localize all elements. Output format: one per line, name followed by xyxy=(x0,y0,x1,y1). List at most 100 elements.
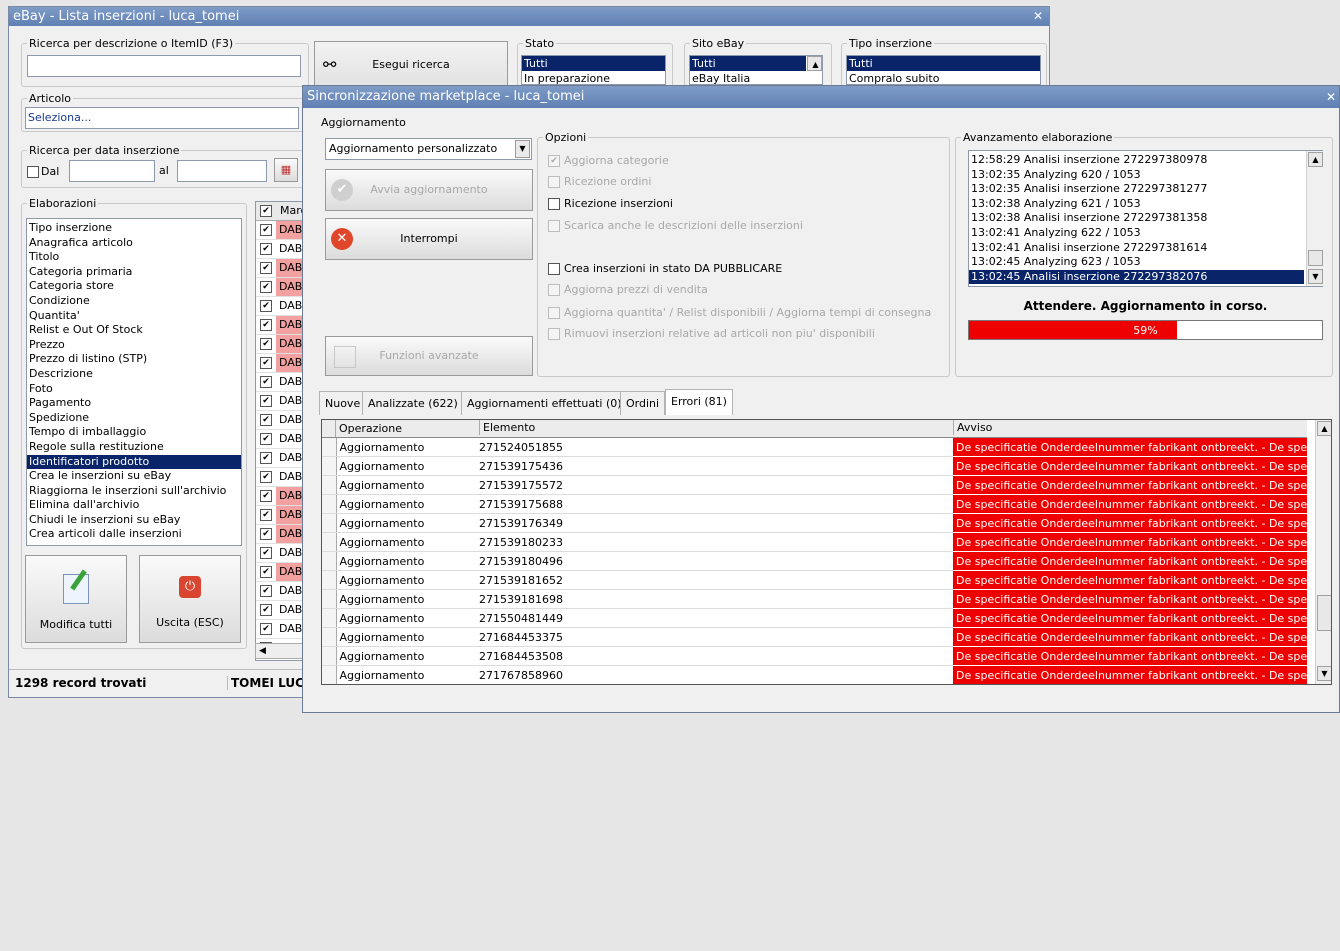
tab-ordini[interactable]: Ordini xyxy=(620,391,666,415)
elaborazioni-list[interactable]: Tipo inserzione Anagrafica articolo Titolo… xyxy=(26,218,242,546)
table-row[interactable]: Aggiornamento 271539175436 De specificatie… xyxy=(322,456,1307,476)
option-checkbox[interactable] xyxy=(548,220,560,232)
elaborazione-item[interactable]: Condizione xyxy=(27,294,241,309)
elaborazione-item[interactable]: Prezzo di listino (STP) xyxy=(27,352,241,367)
scroll-down-icon[interactable]: ▼ xyxy=(1317,666,1331,681)
stato-option[interactable]: Tutti xyxy=(522,56,665,71)
row-checkbox[interactable]: ✔ xyxy=(260,281,272,293)
option-checkbox[interactable] xyxy=(548,176,560,188)
option-checkbox[interactable] xyxy=(548,284,560,296)
row-checkbox[interactable]: ✔ xyxy=(260,338,272,350)
row-checkbox[interactable]: ✔ xyxy=(260,490,272,502)
table-row[interactable]: Aggiornamento 271539176349 De specificatie… xyxy=(322,513,1307,533)
row-checkbox[interactable]: ✔ xyxy=(260,452,272,464)
articolo-field[interactable]: Seleziona... xyxy=(25,107,299,129)
elaborazione-item[interactable]: Relist e Out Of Stock xyxy=(27,323,241,338)
main-window-close-icon[interactable]: ✕ xyxy=(1033,7,1043,26)
chevron-down-icon[interactable]: ▼ xyxy=(515,140,530,158)
table-row[interactable]: Aggiornamento271926723085De specificatie… xyxy=(322,685,1307,686)
tab-analizzate[interactable]: Analizzate (622) xyxy=(362,391,464,415)
row-checkbox[interactable]: ✔ xyxy=(260,414,272,426)
log-entry[interactable]: 13:02:41 Analisi inserzione 272297381614 xyxy=(969,241,1304,256)
elaborazione-item[interactable]: Categoria store xyxy=(27,279,241,294)
elaborazione-item[interactable]: Tipo inserzione xyxy=(27,221,241,236)
table-row[interactable]: Aggiornamento 271767858960 De specificatie… xyxy=(322,665,1307,684)
scroll-up-icon[interactable]: ▲ xyxy=(1317,421,1331,436)
log-entry[interactable]: 13:02:35 Analyzing 620 / 1053 xyxy=(969,168,1304,183)
row-checkbox[interactable]: ✔ xyxy=(260,509,272,521)
elaborazione-item[interactable]: Foto xyxy=(27,382,241,397)
date-from-input[interactable] xyxy=(69,160,155,182)
row-checkbox[interactable]: ✔ xyxy=(260,585,272,597)
elaborazione-item[interactable]: Anagrafica articolo xyxy=(27,236,241,251)
tab-aggiornamenti[interactable]: Aggiornamenti effettuati (0) xyxy=(461,391,628,415)
uscita-button[interactable]: ⏻ Uscita (ESC) xyxy=(139,555,241,643)
tipo-option[interactable]: Compralo subito xyxy=(847,71,1040,84)
log-entry[interactable]: 13:02:41 Analyzing 622 / 1053 xyxy=(969,226,1304,241)
table-row[interactable]: Aggiornamento 271550481449 De specificatie… xyxy=(322,608,1307,628)
log-entry[interactable]: 13:02:35 Analisi inserzione 272297381277 xyxy=(969,182,1304,197)
stato-list[interactable]: Tutti In preparazione xyxy=(521,55,666,85)
elaborazione-item[interactable]: Tempo di imballaggio xyxy=(27,425,241,440)
sync-window-close-icon[interactable]: ✕ xyxy=(1326,86,1336,108)
table-scrollbar[interactable]: ▲ ▼ xyxy=(1315,420,1331,684)
row-checkbox[interactable]: ✔ xyxy=(260,566,272,578)
scroll-thumb[interactable] xyxy=(1308,250,1323,266)
sito-option[interactable]: Tutti xyxy=(690,56,806,71)
search-button[interactable]: ⚯ Esegui ricerca xyxy=(314,41,508,89)
elaborazione-item[interactable]: Riaggiorna le inserzioni sull'archivio xyxy=(27,484,241,499)
tipo-option[interactable]: Tutti xyxy=(847,56,1040,71)
option-checkbox[interactable] xyxy=(548,263,560,275)
log-entry[interactable]: 12:58:29 Analisi inserzione 272297380978 xyxy=(969,153,1304,168)
row-checkbox[interactable]: ✔ xyxy=(260,623,272,635)
log-entry[interactable]: 13:02:38 Analyzing 621 / 1053 xyxy=(969,197,1304,212)
table-row[interactable]: Aggiornamento 271539175572 De specificatie… xyxy=(322,475,1307,495)
option-checkbox[interactable] xyxy=(548,307,560,319)
table-row[interactable]: Aggiornamento 271539181652 De specificatie… xyxy=(322,570,1307,590)
modifica-tutti-button[interactable]: Modifica tutti xyxy=(25,555,127,643)
option-checkbox[interactable] xyxy=(548,328,560,340)
log-entry[interactable]: 13:02:38 Analisi inserzione 272297381358 xyxy=(969,211,1304,226)
scroll-down-icon[interactable]: ▼ xyxy=(1308,269,1323,284)
log-entry[interactable]: 13:02:45 Analisi inserzione 272297382076 xyxy=(969,269,1304,285)
header-operazione[interactable]: Operazione xyxy=(339,422,402,435)
interrompi-button[interactable]: ✕ Interrompi xyxy=(325,218,533,260)
row-checkbox[interactable]: ✔ xyxy=(260,224,272,236)
elaborazione-item[interactable]: Titolo xyxy=(27,250,241,265)
table-row[interactable]: Aggiornamento 271539180233 De specificatie… xyxy=(322,532,1307,552)
sito-list[interactable]: Tutti eBay Italia ▲ xyxy=(689,55,823,85)
grid-hscroll[interactable]: ◀ xyxy=(255,643,305,659)
row-checkbox[interactable]: ✔ xyxy=(260,604,272,616)
grid-select-all-checkbox[interactable]: ✔ xyxy=(260,205,272,217)
row-checkbox[interactable]: ✔ xyxy=(260,395,272,407)
elaborazione-item[interactable]: Chiudi le inserzioni su eBay xyxy=(27,513,241,528)
row-checkbox[interactable]: ✔ xyxy=(260,547,272,559)
update-mode-select[interactable]: Aggiornamento personalizzato ▼ xyxy=(325,138,532,160)
row-checkbox[interactable]: ✔ xyxy=(260,528,272,540)
elaborazione-item[interactable]: Crea le inserzioni su eBay xyxy=(27,469,241,484)
date-to-input[interactable] xyxy=(177,160,267,182)
tab-nuove[interactable]: Nuove xyxy=(319,391,367,415)
log-list[interactable]: 12:58:29 Analisi inserzione 272297380978… xyxy=(968,150,1323,287)
elaborazione-item[interactable]: Quantita' xyxy=(27,309,241,324)
elaborazione-item[interactable]: Pagamento xyxy=(27,396,241,411)
option-checkbox[interactable]: ✔ xyxy=(548,155,560,167)
elaborazione-item[interactable]: Regole sulla restituzione xyxy=(27,440,241,455)
search-input[interactable] xyxy=(27,55,301,77)
elaborazione-item[interactable]: Crea articoli dalle inserzioni xyxy=(27,527,241,542)
stato-option[interactable]: In preparazione xyxy=(522,71,665,84)
header-elemento[interactable]: Elemento xyxy=(479,420,535,435)
table-row[interactable]: Aggiornamento 271539175688 De specificatie… xyxy=(322,494,1307,514)
elaborazione-item[interactable]: Elimina dall'archivio xyxy=(27,498,241,513)
row-checkbox[interactable]: ✔ xyxy=(260,262,272,274)
row-checkbox[interactable]: ✔ xyxy=(260,433,272,445)
table-row[interactable]: Aggiornamento 271524051855 De specificatie… xyxy=(322,438,1307,457)
elaborazione-item[interactable]: Categoria primaria xyxy=(27,265,241,280)
elaborazione-item[interactable]: Identificatori prodotto xyxy=(27,454,241,470)
log-entry[interactable]: 13:02:45 Analyzing 623 / 1053 xyxy=(969,255,1304,270)
option-checkbox[interactable] xyxy=(548,198,560,210)
header-avviso[interactable]: Avviso xyxy=(953,420,992,435)
scroll-up-icon[interactable]: ▲ xyxy=(1308,152,1323,167)
avvia-aggiornamento-button[interactable]: ✔ Avvia aggiornamento xyxy=(325,169,533,211)
dal-checkbox[interactable] xyxy=(27,166,39,178)
